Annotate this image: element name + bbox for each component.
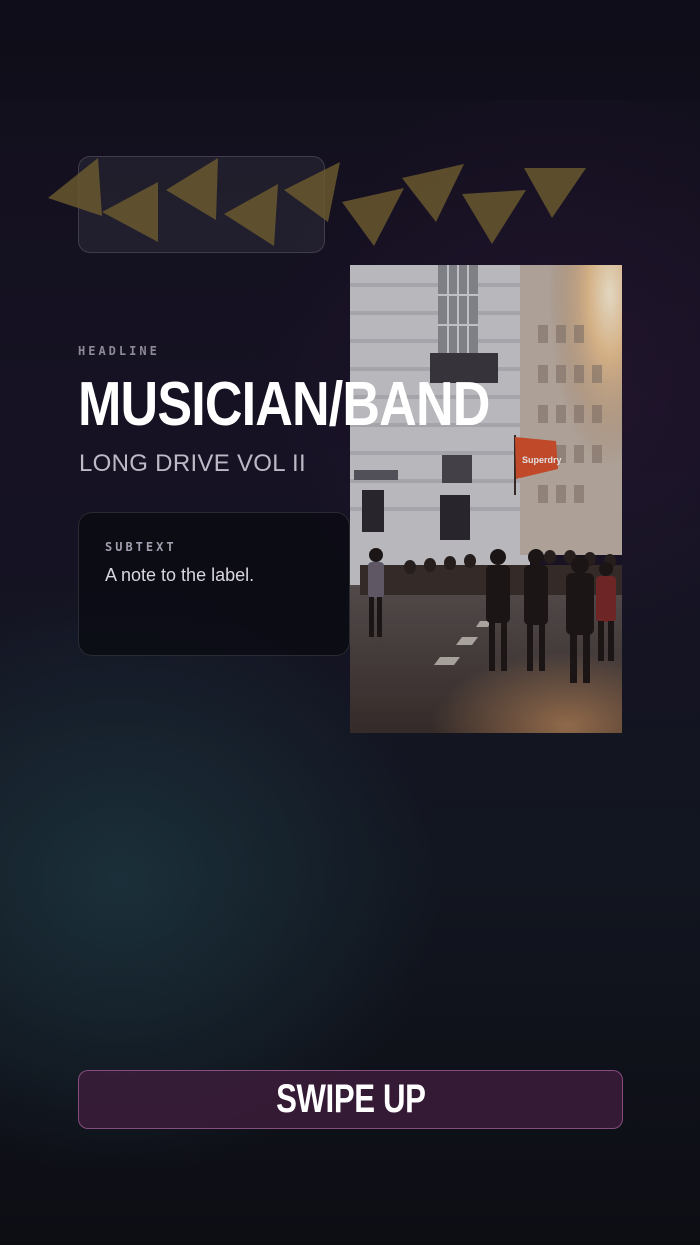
street-photo-illustration: Superdry bbox=[350, 265, 622, 733]
story-canvas: HEADLINE MUSICIAN/BAND LONG DRIVE VOL II… bbox=[0, 0, 700, 1245]
swipe-up-button[interactable]: SWIPE UP bbox=[78, 1070, 623, 1129]
top-band bbox=[0, 0, 700, 100]
swipe-up-label: SWIPE UP bbox=[275, 1077, 426, 1121]
eyebrow-label: HEADLINE bbox=[78, 344, 160, 358]
note-text: A note to the label. bbox=[105, 565, 255, 585]
street-photo: Superdry bbox=[350, 265, 622, 733]
subheadline: LONG DRIVE VOL II bbox=[79, 450, 306, 477]
note-label: SUBTEXT bbox=[105, 540, 177, 554]
note-card: SUBTEXT A note to the label. bbox=[78, 512, 350, 656]
triangle-decoration-icon bbox=[48, 158, 586, 246]
headline: MUSICIAN/BAND bbox=[78, 370, 490, 439]
